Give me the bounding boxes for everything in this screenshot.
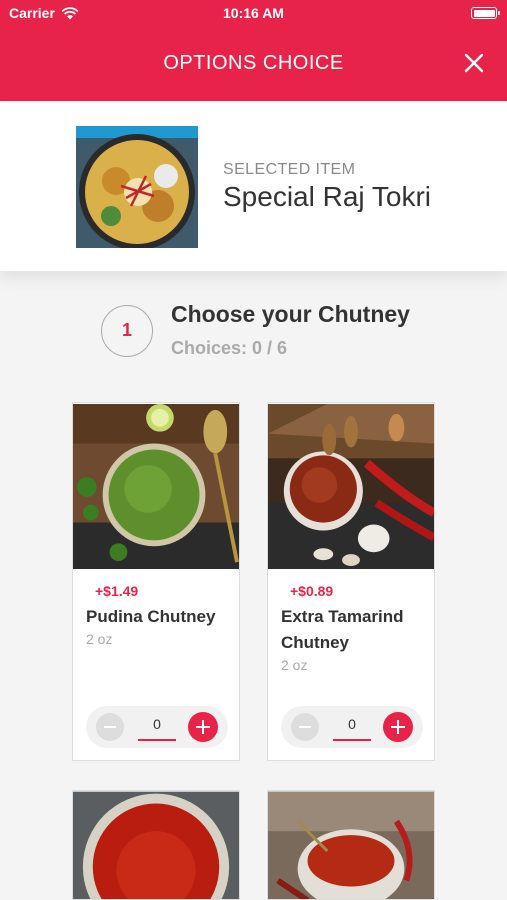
pudina-chutney-image	[73, 403, 239, 570]
tamarind-chutney-image	[268, 403, 434, 570]
quantity-stepper: 0	[86, 706, 228, 748]
item-price: +$0.89	[290, 583, 334, 599]
option-card-4[interactable]	[267, 790, 435, 900]
item-size: 2 oz	[281, 657, 308, 673]
status-bar: Carrier 10:16 AM	[0, 0, 507, 26]
quantity-stepper: 0	[281, 706, 423, 748]
step-number: 1	[101, 305, 153, 357]
minus-icon[interactable]	[291, 713, 319, 741]
chili-sauce-image	[268, 791, 434, 899]
quantity-value[interactable]: 0	[334, 716, 370, 732]
page-title: OPTIONS CHOICE	[163, 52, 344, 74]
section-title: Choose your Chutney	[171, 301, 410, 327]
option-card-3[interactable]	[72, 790, 240, 900]
choices-count: Choices: 0 / 6	[171, 338, 288, 358]
option-card-tamarind[interactable]: +$0.89 Extra Tamarind Chutney 2 oz 0	[267, 402, 435, 761]
selected-item-image	[76, 126, 198, 248]
item-name: Pudina Chutney	[86, 607, 216, 626]
status-time: 10:16 AM	[223, 5, 284, 21]
selected-item-name: Special Raj Tokri	[223, 181, 432, 212]
plus-icon[interactable]	[383, 712, 413, 742]
selected-item-card: SELECTED ITEM Special Raj Tokri	[0, 101, 507, 271]
plus-icon[interactable]	[188, 712, 218, 742]
minus-icon[interactable]	[96, 713, 124, 741]
item-name: Extra Tamarind Chutney	[281, 607, 404, 652]
battery-icon	[471, 7, 500, 19]
option-card-pudina[interactable]: +$1.49 Pudina Chutney 2 oz 0	[72, 402, 240, 761]
red-chutney-image	[73, 791, 239, 899]
quantity-underline	[333, 739, 371, 741]
item-size: 2 oz	[86, 631, 113, 647]
selected-item-label: SELECTED ITEM	[223, 161, 356, 178]
close-icon[interactable]	[463, 52, 485, 74]
header-bar: OPTIONS CHOICE	[0, 26, 507, 101]
quantity-value[interactable]: 0	[139, 716, 175, 732]
item-price: +$1.49	[95, 583, 139, 599]
quantity-underline	[138, 739, 176, 741]
